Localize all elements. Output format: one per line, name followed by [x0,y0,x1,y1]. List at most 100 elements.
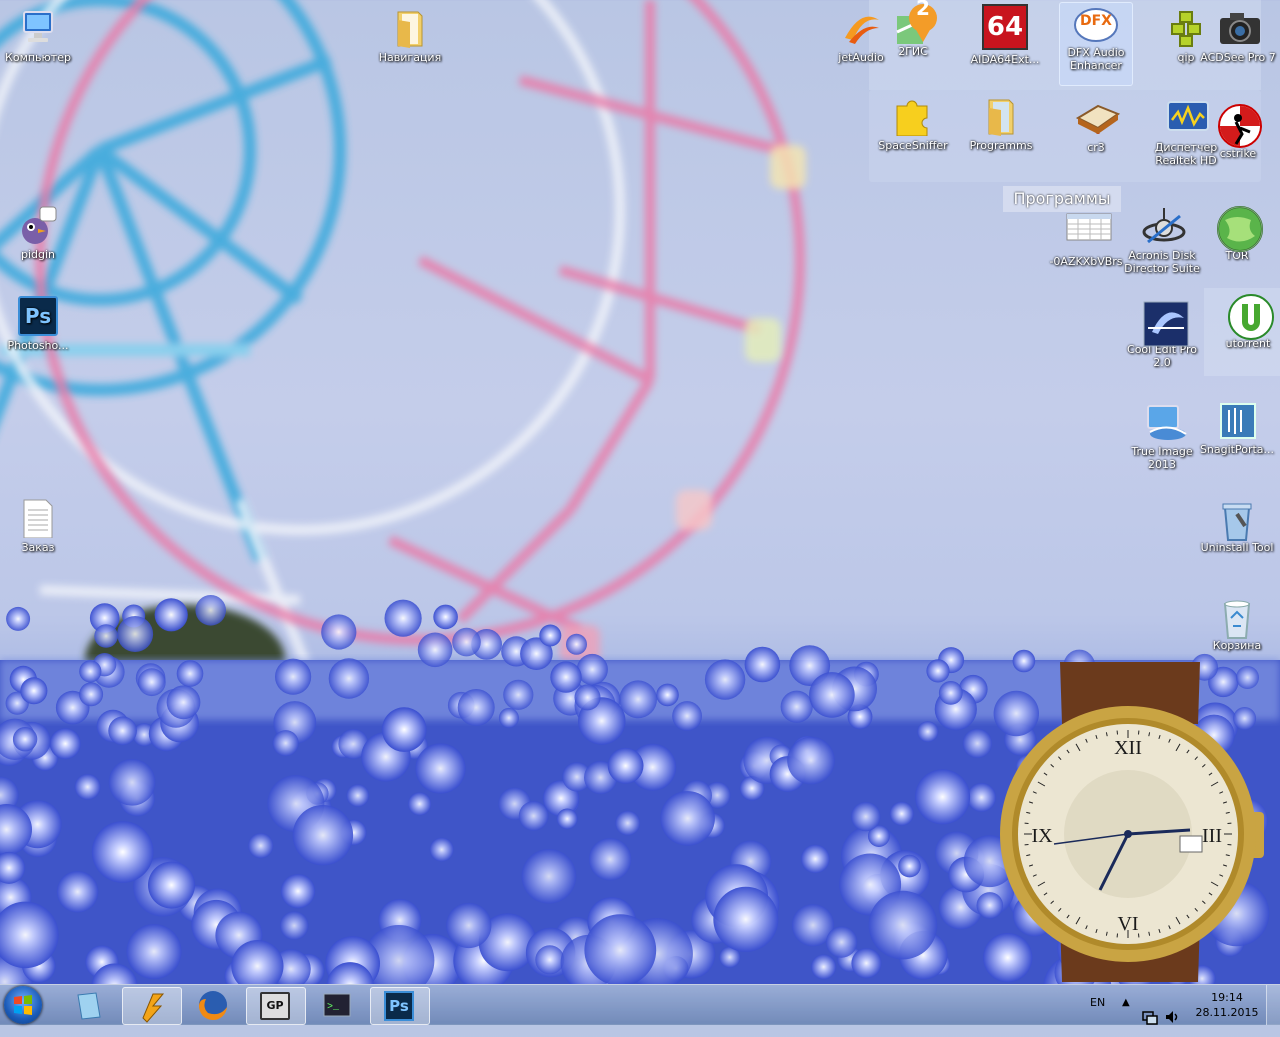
pidgin-icon [18,205,58,245]
windows-logo-icon [4,986,42,1024]
taskbar-explorer-button[interactable] [60,987,118,1023]
start-button[interactable] [4,986,42,1024]
desktop-icon-cooledit[interactable]: Cool Edit Pro 2.0 [1124,300,1200,369]
2gis-badge: 2 [911,2,935,15]
flower [917,721,938,742]
desktop-icon-label: pidgin [0,248,76,261]
desktop-icon-label: cr3 [1058,141,1134,154]
trueimage-icon [1142,402,1182,442]
tor-globe-icon [1217,206,1257,246]
desktop-icon-trueimage[interactable]: True Image 2013 [1124,402,1200,471]
desktop-icon-2gis[interactable]: 2 2ГИС [875,2,951,58]
flower [787,737,835,785]
taskbar-firefox-button[interactable] [184,987,242,1023]
language-indicator[interactable]: EN [1090,996,1105,1009]
desktop-icon-navigation[interactable]: Навигация [372,8,448,64]
desktop-icon-spacesniffer[interactable]: SpaceSniffer [875,96,951,152]
flower [57,871,98,912]
puzzle-icon [893,96,933,136]
utorrent-icon [1228,294,1268,334]
flower [566,634,587,655]
flower [550,661,581,692]
flower [915,769,970,824]
taskbar: GP >_ Ps EN ▲ 19:14 28.11.2015 [0,984,1280,1025]
desktop-icon-tor[interactable]: TOR [1199,206,1275,262]
desktop-icon-photoshop[interactable]: Ps Photosho... [0,296,76,352]
flower [148,862,195,909]
flower [926,659,949,682]
flower [415,743,465,793]
svg-text:VI: VI [1117,913,1138,935]
flower [705,659,745,699]
flower [939,681,963,705]
flower [79,682,103,706]
desktop-icon-cstrike[interactable]: cstrike [1200,104,1276,160]
desktop-icon-label: Programms [963,139,1039,152]
2gis-icon: 2 [893,2,933,42]
desktop-icon-acronis[interactable]: Acronis Disk Director Suite [1124,206,1200,275]
flower [713,887,778,952]
flower [851,948,881,978]
flower [963,729,992,758]
clock-gadget[interactable]: XII VI IX III [1000,662,1280,982]
flower [92,821,154,883]
desktop-icon-cr3[interactable]: cr3 [1058,98,1134,154]
aida64-icon: 64 [982,4,1028,50]
flower [557,809,578,830]
desktop-icon-label: Uninstall Tool [1199,541,1275,554]
snagit-icon [1217,400,1257,440]
flower [809,672,855,718]
svg-text:III: III [1202,825,1222,847]
volume-icon[interactable] [1164,997,1180,1037]
svg-text:XII: XII [1114,737,1142,759]
computer-icon [18,8,58,48]
flower [589,838,631,880]
desktop-icon-uninstall-tool[interactable]: Uninstall Tool [1199,498,1275,554]
desktop-icon-file-0azkxbvbrs[interactable]: -0AZKXbVBrs [1048,212,1124,268]
taskbar-photoshop-button[interactable]: Ps [370,987,430,1025]
flower [329,658,369,698]
flower [503,680,533,710]
text-document-icon [18,498,58,538]
taskbar-winamp-button[interactable] [122,987,182,1025]
desktop-icon-label: SpaceSniffer [875,139,951,152]
desktop-icon-label: Корзина [1199,639,1275,652]
desktop-icon-order[interactable]: Заказ [0,498,76,554]
flower [109,759,156,806]
desktop-icon-snagit[interactable]: SnagitPorta... [1199,400,1275,456]
flower [6,607,30,631]
taskbar-guitarpro-button[interactable]: GP [246,987,306,1025]
fence-title: Программы [1003,186,1121,212]
desktop-icon-programms[interactable]: Programms [963,96,1039,152]
flower [385,600,422,637]
cstrike-icon [1218,104,1258,144]
flower [177,660,204,687]
desktop-icon-recycle-bin[interactable]: Корзина [1199,596,1275,652]
flower [851,802,880,831]
flower [408,792,431,815]
desktop-icon-utorrent[interactable]: utorrent [1210,294,1280,350]
desktop-icon-aida64[interactable]: 64 AIDA64Ext... [967,4,1043,66]
desktop-icon-pidgin[interactable]: pidgin [0,205,76,261]
desktop-icon-acdsee[interactable]: ACDSee Pro 7 [1200,8,1276,64]
flower [577,654,608,685]
flower [869,891,938,960]
flower [519,801,549,831]
flower [781,691,813,723]
flower [826,927,857,958]
show-desktop-button[interactable] [1266,985,1280,1025]
spreadsheet-icon [1066,212,1106,252]
flower [656,684,679,707]
flower [446,903,491,948]
show-hidden-icons-arrow[interactable]: ▲ [1122,997,1130,1008]
taskbar-clock[interactable]: 19:14 28.11.2015 [1192,990,1262,1020]
desktop-icon-dfx-audio-enhancer[interactable]: DFX DFX Audio Enhancer [1059,2,1133,86]
flower [347,784,369,806]
network-icon[interactable] [1142,997,1158,1037]
flower [280,911,308,939]
desktop-icon-computer[interactable]: Компьютер [0,8,76,64]
uninstall-bin-icon [1217,498,1257,538]
taskbar-terminal-button[interactable]: >_ [308,987,366,1023]
desktop-icon-label: ACDSee Pro 7 [1200,51,1276,64]
folder-icon [981,96,1021,136]
